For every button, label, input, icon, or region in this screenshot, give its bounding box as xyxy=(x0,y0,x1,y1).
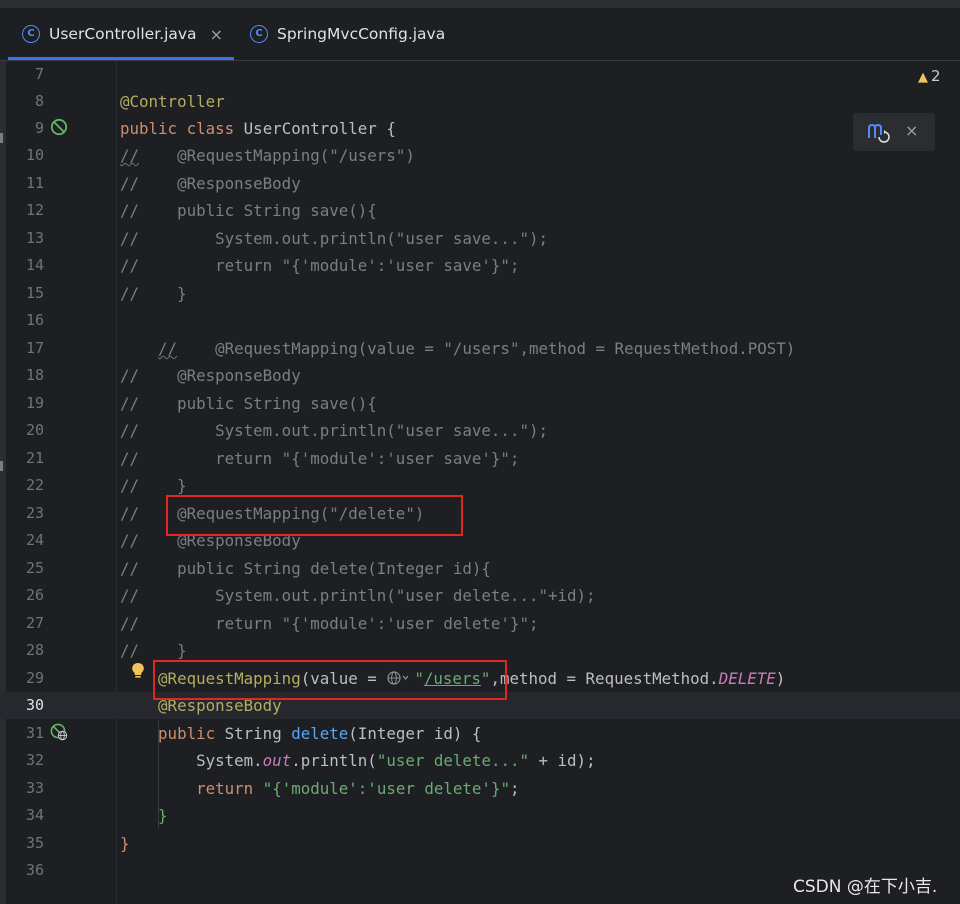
warning-icon: ▲ xyxy=(918,70,928,85)
close-icon[interactable]: × xyxy=(210,25,223,44)
code-line-comment: // System.out.println("user save..."); xyxy=(120,229,548,248)
line-number: 14 xyxy=(25,256,44,274)
code-line-comment: // } xyxy=(120,284,187,303)
code-line: } xyxy=(120,834,130,853)
code-line: System.out.println("user delete..." + id… xyxy=(120,751,596,770)
line-number: 8 xyxy=(34,92,44,110)
line-number: 17 xyxy=(25,339,44,357)
line-number: 15 xyxy=(25,284,44,302)
line-number: 18 xyxy=(25,366,44,384)
line-number: 31 xyxy=(25,724,44,742)
line-number: 36 xyxy=(25,861,44,879)
code-line-comment: // @RequestMapping(value = "/users",meth… xyxy=(158,339,796,358)
keyword-class: class xyxy=(186,119,235,138)
tab-label: UserController.java xyxy=(49,25,197,43)
tab-label: SpringMvcConfig.java xyxy=(277,25,446,43)
editor-tab-bar: C UserController.java × C SpringMvcConfi… xyxy=(0,8,960,61)
code-line-comment: // return "{'module':'user delete'}"; xyxy=(120,614,539,633)
edge-marker xyxy=(0,133,3,143)
line-number: 27 xyxy=(25,614,44,632)
line-number: 7 xyxy=(34,65,44,83)
code-line-comment: // return "{'module':'user save'}"; xyxy=(120,256,520,275)
line-number: 28 xyxy=(25,641,44,659)
line-number: 11 xyxy=(25,174,44,192)
maven-reload-popup: × xyxy=(853,113,935,151)
warning-counter[interactable]: ▲ 2 xyxy=(918,67,941,85)
close-icon[interactable]: × xyxy=(905,121,918,140)
line-number: 13 xyxy=(25,229,44,247)
line-number: 23 xyxy=(25,504,44,522)
code-line-comment: // return "{'module':'user save'}"; xyxy=(120,449,520,468)
code-line-comment: // @ResponseBody xyxy=(120,366,301,385)
left-tool-edge xyxy=(0,61,6,904)
class-icon: C xyxy=(250,25,268,43)
code-line-comment: // public String delete(Integer id){ xyxy=(120,559,491,578)
top-strip xyxy=(0,0,960,8)
web-endpoint-icon[interactable] xyxy=(50,723,68,741)
line-number: 10 xyxy=(25,146,44,164)
code-line-comment: // System.out.println("user save..."); xyxy=(120,421,548,440)
code-line: @Controller xyxy=(120,92,225,111)
line-number: 9 xyxy=(34,119,44,137)
tab-spring-mvc-config[interactable]: C SpringMvcConfig.java xyxy=(240,8,460,60)
line-number: 12 xyxy=(25,201,44,219)
line-number: 34 xyxy=(25,806,44,824)
code-line-comment: // public String save(){ xyxy=(120,394,377,413)
line-number: 21 xyxy=(25,449,44,467)
keyword-public: public xyxy=(120,119,178,138)
gutter-separator xyxy=(116,61,117,904)
code-line-comment: // public String save(){ xyxy=(120,201,377,220)
tab-user-controller[interactable]: C UserController.java × xyxy=(8,8,234,60)
code-line-comment: // @ResponseBody xyxy=(120,174,301,193)
code-line-comment: // System.out.println("user delete..."+i… xyxy=(120,586,596,605)
code-line: return "{'module':'user delete'}"; xyxy=(196,779,520,798)
spring-bean-icon[interactable] xyxy=(50,118,68,136)
code-line: public class UserController { xyxy=(120,119,396,138)
line-number: 26 xyxy=(25,586,44,604)
line-number: 29 xyxy=(25,669,44,687)
code-line-comment: // @RequestMapping("/users") xyxy=(120,146,415,165)
line-number-current: 30 xyxy=(25,696,44,714)
line-number: 33 xyxy=(25,779,44,797)
highlight-box xyxy=(166,495,463,536)
line-number: 35 xyxy=(25,834,44,852)
line-number: 16 xyxy=(25,311,44,329)
watermark: CSDN @在下小吉. xyxy=(793,877,938,897)
warning-count: 2 xyxy=(931,67,941,85)
code-line: } xyxy=(158,806,168,825)
highlight-box xyxy=(153,660,507,700)
code-line: public String delete(Integer id) { xyxy=(158,724,482,743)
line-number: 32 xyxy=(25,751,44,769)
line-number: 24 xyxy=(25,531,44,549)
line-number: 19 xyxy=(25,394,44,412)
edge-marker xyxy=(0,461,3,471)
line-number: 22 xyxy=(25,476,44,494)
line-number: 20 xyxy=(25,421,44,439)
class-icon: C xyxy=(22,25,40,43)
maven-reload-icon[interactable] xyxy=(867,121,891,143)
line-number: 25 xyxy=(25,559,44,577)
